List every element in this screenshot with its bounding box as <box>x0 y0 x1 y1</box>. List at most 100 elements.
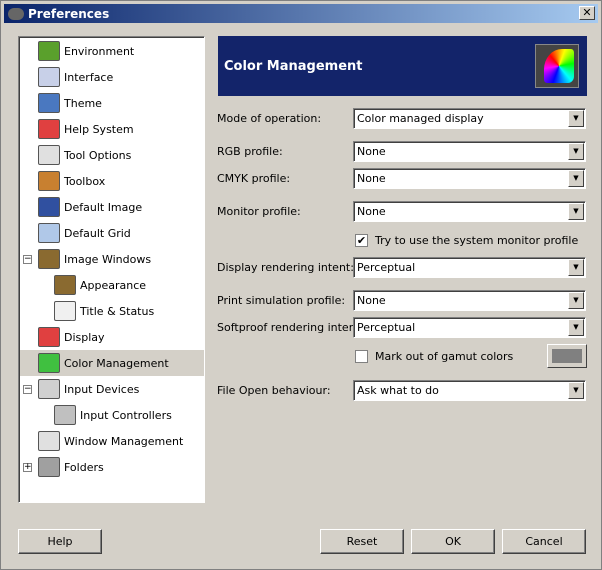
tree-item-label: Title & Status <box>80 304 155 318</box>
mode-label: Mode of operation: <box>217 112 322 125</box>
tree-item[interactable]: Help System <box>20 116 204 142</box>
chevron-down-icon: ▼ <box>568 143 584 160</box>
category-icon <box>38 249 60 269</box>
display-intent-value: Perceptual <box>357 261 416 274</box>
print-sim-select[interactable]: None ▼ <box>353 290 586 311</box>
tree-item-label: Appearance <box>80 278 147 292</box>
close-button[interactable]: ✕ <box>579 6 595 20</box>
monitor-profile-select[interactable]: None ▼ <box>353 201 586 222</box>
mode-value: Color managed display <box>357 112 484 125</box>
tree-item[interactable]: Tool Options <box>20 142 204 168</box>
chevron-down-icon: ▼ <box>568 382 584 399</box>
file-open-label: File Open behaviour: <box>217 384 331 397</box>
file-open-value: Ask what to do <box>357 384 439 397</box>
category-icon <box>38 67 60 87</box>
tree-item[interactable]: Display <box>20 324 204 350</box>
title-bar: Preferences ✕ <box>4 4 598 23</box>
tree-item-label: Toolbox <box>64 174 106 188</box>
category-icon <box>54 275 76 295</box>
tree-item[interactable]: Title & Status <box>20 298 204 324</box>
ok-button[interactable]: OK <box>411 529 495 554</box>
tree-item[interactable]: − Image Windows <box>20 246 204 272</box>
category-icon <box>38 145 60 165</box>
softproof-select[interactable]: Perceptual ▼ <box>353 317 586 338</box>
file-open-select[interactable]: Ask what to do ▼ <box>353 380 586 401</box>
tree-item[interactable]: Theme <box>20 90 204 116</box>
tree-item[interactable]: Default Image <box>20 194 204 220</box>
chevron-down-icon: ▼ <box>568 203 584 220</box>
monitor-profile-value: None <box>357 205 386 218</box>
tree-item[interactable]: − Input Devices <box>20 376 204 402</box>
softproof-value: Perceptual <box>357 321 416 334</box>
category-icon <box>38 93 60 113</box>
collapse-icon[interactable]: − <box>23 254 32 264</box>
monitor-profile-label: Monitor profile: <box>217 205 301 218</box>
rgb-profile-value: None <box>357 145 386 158</box>
chevron-down-icon: ▼ <box>568 259 584 276</box>
tree-item[interactable]: Appearance <box>20 272 204 298</box>
tree-item-label: Display <box>64 330 105 344</box>
tree-item[interactable]: Environment <box>20 38 204 64</box>
tree-item-label: Input Devices <box>64 382 140 396</box>
tree-item[interactable]: Window Management <box>20 428 204 454</box>
cancel-button[interactable]: Cancel <box>502 529 586 554</box>
page-title: Color Management <box>224 58 363 74</box>
expand-icon[interactable]: + <box>23 462 32 472</box>
gamut-label: Mark out of gamut colors <box>375 350 514 363</box>
tree-item-label: Folders <box>64 460 104 474</box>
system-monitor-label: Try to use the system monitor profile <box>375 234 579 247</box>
system-monitor-checkbox[interactable]: ✔ <box>355 234 368 247</box>
category-icon <box>54 405 76 425</box>
tree-item-label: Default Image <box>64 200 143 214</box>
reset-button[interactable]: Reset <box>320 529 404 554</box>
category-icon <box>54 301 76 321</box>
cmyk-profile-label: CMYK profile: <box>217 172 291 185</box>
tree-item-label: Theme <box>64 96 102 110</box>
gimp-icon <box>8 7 24 20</box>
category-icon <box>38 171 60 191</box>
tree-item[interactable]: Default Grid <box>20 220 204 246</box>
category-icon <box>38 327 60 347</box>
tree-item[interactable]: Color Management <box>20 350 204 376</box>
category-icon <box>38 379 60 399</box>
mode-select[interactable]: Color managed display ▼ <box>353 108 586 129</box>
chevron-down-icon: ▼ <box>568 110 584 127</box>
tree-item[interactable]: Toolbox <box>20 168 204 194</box>
tree-item-label: Tool Options <box>64 148 132 162</box>
tree-item-label: Window Management <box>64 434 184 448</box>
collapse-icon[interactable]: − <box>23 384 32 394</box>
tree-item[interactable]: + Folders <box>20 454 204 480</box>
rgb-profile-label: RGB profile: <box>217 145 283 158</box>
category-icon <box>38 119 60 139</box>
color-gamut-icon <box>535 44 579 88</box>
cmyk-profile-value: None <box>357 172 386 185</box>
print-sim-label: Print simulation profile: <box>217 294 346 307</box>
category-tree[interactable]: Environment Interface Theme Help System Tool… <box>18 36 205 503</box>
rgb-profile-select[interactable]: None ▼ <box>353 141 586 162</box>
tree-item-label: Image Windows <box>64 252 152 266</box>
cmyk-profile-select[interactable]: None ▼ <box>353 168 586 189</box>
category-icon <box>38 457 60 477</box>
chevron-down-icon: ▼ <box>568 292 584 309</box>
category-icon <box>38 431 60 451</box>
tree-item[interactable]: Input Controllers <box>20 402 204 428</box>
tree-item-label: Color Management <box>64 356 169 370</box>
tree-item-label: Default Grid <box>64 226 131 240</box>
tree-item[interactable]: Interface <box>20 64 204 90</box>
tree-item-label: Interface <box>64 70 114 84</box>
category-icon <box>38 41 60 61</box>
display-intent-select[interactable]: Perceptual ▼ <box>353 257 586 278</box>
chevron-down-icon: ▼ <box>568 170 584 187</box>
window-title: Preferences <box>28 6 110 21</box>
category-icon <box>38 353 60 373</box>
chevron-down-icon: ▼ <box>568 319 584 336</box>
tree-item-label: Input Controllers <box>80 408 172 422</box>
display-intent-label: Display rendering intent: <box>217 261 354 274</box>
gamut-checkbox[interactable] <box>355 350 368 363</box>
gamut-color-button[interactable] <box>547 344 587 368</box>
page-header: Color Management <box>218 36 587 96</box>
help-button[interactable]: Help <box>18 529 102 554</box>
tree-item-label: Environment <box>64 44 135 58</box>
tree-item-label: Help System <box>64 122 134 136</box>
category-icon <box>38 197 60 217</box>
